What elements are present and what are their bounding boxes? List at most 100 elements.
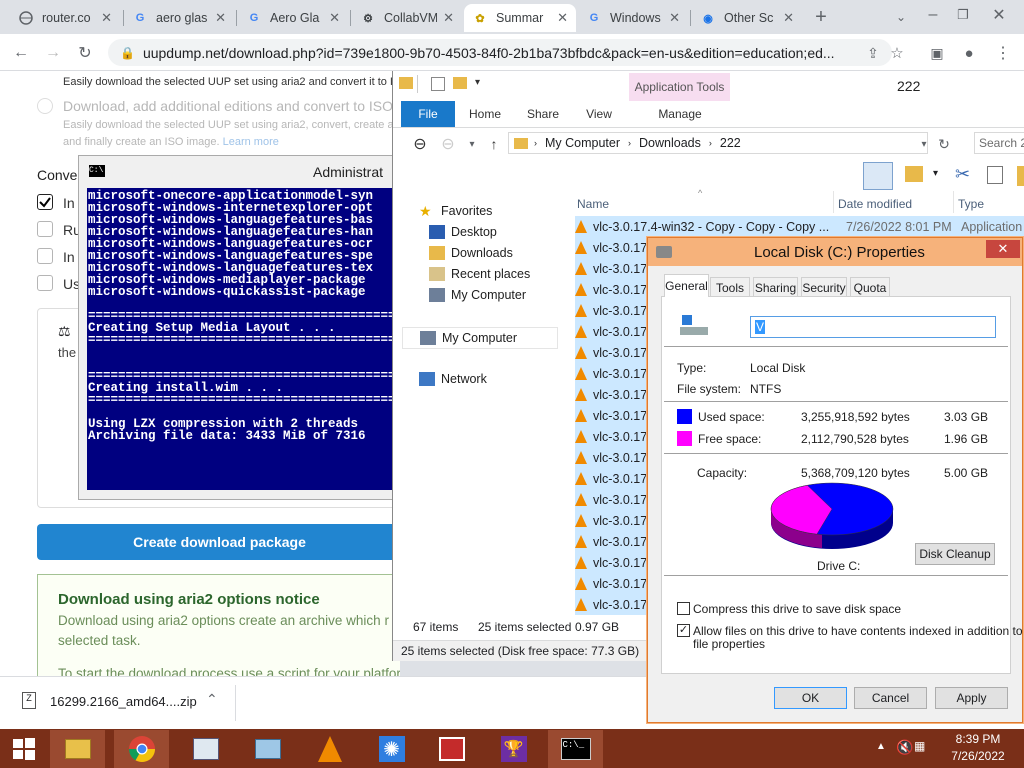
ribbon-tab-view[interactable]: View xyxy=(573,101,625,127)
ribbon-tab-manage[interactable]: Manage xyxy=(647,101,713,127)
back-button[interactable]: ← xyxy=(8,40,34,66)
folder-options-icon[interactable] xyxy=(905,166,923,182)
file-row[interactable]: vlc-3.0.17 xyxy=(575,531,655,552)
explorer-address-bar[interactable]: › My Computer › Downloads › 222 xyxy=(508,132,928,154)
cmd-console-output[interactable]: microsoft-onecore-applicationmodel-syn mi… xyxy=(87,188,393,490)
close-icon[interactable]: ✕ xyxy=(215,10,226,26)
file-row[interactable]: vlc-3.0.17 xyxy=(575,384,655,405)
close-icon[interactable]: ✕ xyxy=(669,10,680,26)
column-header-name[interactable]: Name xyxy=(577,197,609,211)
download-filename[interactable]: 16299.2166_amd64....zip xyxy=(50,694,197,709)
bookmark-star-icon[interactable]: ☆ xyxy=(884,40,910,66)
settings-taskbar-button[interactable]: ✺ xyxy=(364,730,419,768)
close-icon[interactable]: ✕ xyxy=(783,10,794,26)
reload-button[interactable]: ↻ xyxy=(72,40,98,66)
close-icon[interactable]: ✕ xyxy=(443,10,454,26)
file-row[interactable]: vlc-3.0.17 xyxy=(575,573,655,594)
cut-icon[interactable]: ✂ xyxy=(955,164,970,185)
tab-router[interactable]: router.co ✕ xyxy=(10,4,120,32)
file-row[interactable]: vlc-3.0.17 xyxy=(575,447,655,468)
volume-label-input[interactable]: V xyxy=(750,316,996,338)
preview-pane-icon[interactable] xyxy=(863,162,893,190)
explorer-taskbar-button[interactable] xyxy=(50,730,105,768)
news-taskbar-button[interactable] xyxy=(424,730,479,768)
file-row[interactable]: vlc-3.0.17 xyxy=(575,237,655,258)
column-header-type[interactable]: Type xyxy=(958,197,984,211)
tab-other[interactable]: ◉ Other Sc ✕ xyxy=(692,4,802,32)
file-row[interactable]: vlc-3.0.17.4-win32 - Copy - Copy - Copy … xyxy=(575,216,1024,237)
radio-download-add[interactable] xyxy=(37,98,53,114)
file-row[interactable]: vlc-3.0.17 xyxy=(575,426,655,447)
side-panel-icon[interactable]: ▣ xyxy=(924,40,950,66)
ribbon-tab-share[interactable]: Share xyxy=(517,101,569,127)
close-window-button[interactable]: ✕ xyxy=(986,2,1012,28)
tab-quota[interactable]: Quota xyxy=(850,277,890,297)
paste-icon[interactable] xyxy=(1017,166,1024,186)
share-icon[interactable]: ⇪ xyxy=(860,40,886,66)
menu-kebab-icon[interactable]: ⋮ xyxy=(990,40,1016,66)
checkbox-run[interactable] xyxy=(37,221,53,237)
ok-button[interactable]: OK xyxy=(774,687,847,709)
cmd-taskbar-button[interactable]: C:\_ xyxy=(548,730,603,768)
nav-downloads[interactable]: Downloads xyxy=(429,246,513,260)
close-icon[interactable]: ✕ xyxy=(329,10,340,26)
cancel-button[interactable]: Cancel xyxy=(854,687,927,709)
vlc-taskbar-button[interactable] xyxy=(302,730,357,768)
nav-my-computer[interactable]: My Computer xyxy=(402,327,558,349)
file-row[interactable]: vlc-3.0.17 xyxy=(575,405,655,426)
apply-button[interactable]: Apply xyxy=(935,687,1008,709)
file-row[interactable]: vlc-3.0.17 xyxy=(575,552,655,573)
tab-collabvm[interactable]: ⚙ CollabVM ✕ xyxy=(352,4,462,32)
nav-recent-places[interactable]: Recent places xyxy=(429,267,530,281)
file-row[interactable]: vlc-3.0.17 xyxy=(575,342,655,363)
tab-general[interactable]: General xyxy=(664,274,709,297)
file-row[interactable]: vlc-3.0.17 xyxy=(575,258,655,279)
properties-icon[interactable] xyxy=(431,77,445,91)
control-panel-taskbar-button[interactable] xyxy=(240,730,295,768)
index-checkbox[interactable]: ✓ xyxy=(677,624,690,637)
new-folder-icon[interactable] xyxy=(453,77,467,89)
file-row[interactable]: vlc-3.0.17 xyxy=(575,363,655,384)
tab-sharing[interactable]: Sharing xyxy=(753,277,798,297)
tab-aero-glass[interactable]: G aero glas ✕ xyxy=(124,4,234,32)
breadcrumb-mycomputer[interactable]: My Computer xyxy=(545,136,620,150)
cmd-window[interactable]: C:\ Administrat microsoft-onecore-applic… xyxy=(78,155,400,500)
back-arrow-icon[interactable]: ⊖ xyxy=(407,131,433,157)
tab-aero-glass-2[interactable]: G Aero Gla ✕ xyxy=(238,4,348,32)
refresh-icon[interactable]: ↻ xyxy=(931,131,957,157)
compress-checkbox[interactable] xyxy=(677,602,690,615)
checkbox-include-updates[interactable] xyxy=(37,194,53,210)
checkbox-integrate[interactable] xyxy=(37,248,53,264)
file-row[interactable]: vlc-3.0.17 xyxy=(575,510,655,531)
column-header-date[interactable]: Date modified xyxy=(838,197,912,211)
file-row[interactable]: vlc-3.0.17 xyxy=(575,489,655,510)
forward-arrow-icon[interactable]: ⊖ xyxy=(435,131,461,157)
nav-desktop[interactable]: Desktop xyxy=(429,225,497,239)
ribbon-tab-file[interactable]: File xyxy=(401,101,455,127)
file-row[interactable]: vlc-3.0.17 xyxy=(575,594,655,615)
tab-windows[interactable]: G Windows ✕ xyxy=(578,4,688,32)
create-download-package-button[interactable]: Create download package xyxy=(37,524,400,560)
chevron-up-icon[interactable]: ⌃ xyxy=(206,691,218,708)
close-icon[interactable]: ✕ xyxy=(557,10,568,26)
breadcrumb-downloads[interactable]: Downloads xyxy=(639,136,701,150)
file-row[interactable]: vlc-3.0.17 xyxy=(575,279,655,300)
tab-search-chevron-icon[interactable]: ⌄ xyxy=(888,4,914,30)
disk-cleanup-button[interactable]: Disk Cleanup xyxy=(915,543,995,565)
volume-muted-icon[interactable]: 🔇 xyxy=(896,739,913,756)
clock[interactable]: 8:39 PM 7/26/2022 xyxy=(938,732,1018,763)
address-bar[interactable]: 🔒 uupdump.net/download.php?id=739e1800-9… xyxy=(108,39,892,66)
close-icon[interactable]: ✕ xyxy=(101,10,112,26)
file-row[interactable]: vlc-3.0.17 xyxy=(575,468,655,489)
trophy-taskbar-button[interactable]: 🏆 xyxy=(486,730,541,768)
show-hidden-icons-chevron-icon[interactable]: ▲ xyxy=(876,741,886,752)
learn-more-link[interactable]: Learn more xyxy=(223,136,279,148)
network-icon[interactable]: ▦ xyxy=(914,739,925,753)
minimize-button[interactable]: – xyxy=(920,2,946,28)
start-button[interactable] xyxy=(0,730,48,768)
new-tab-button[interactable]: + xyxy=(808,4,834,30)
performance-monitor-taskbar-button[interactable] xyxy=(178,730,233,768)
dialog-close-button[interactable]: ✕ xyxy=(986,240,1020,258)
checkbox-use[interactable] xyxy=(37,275,53,291)
ribbon-tab-home[interactable]: Home xyxy=(459,101,511,127)
